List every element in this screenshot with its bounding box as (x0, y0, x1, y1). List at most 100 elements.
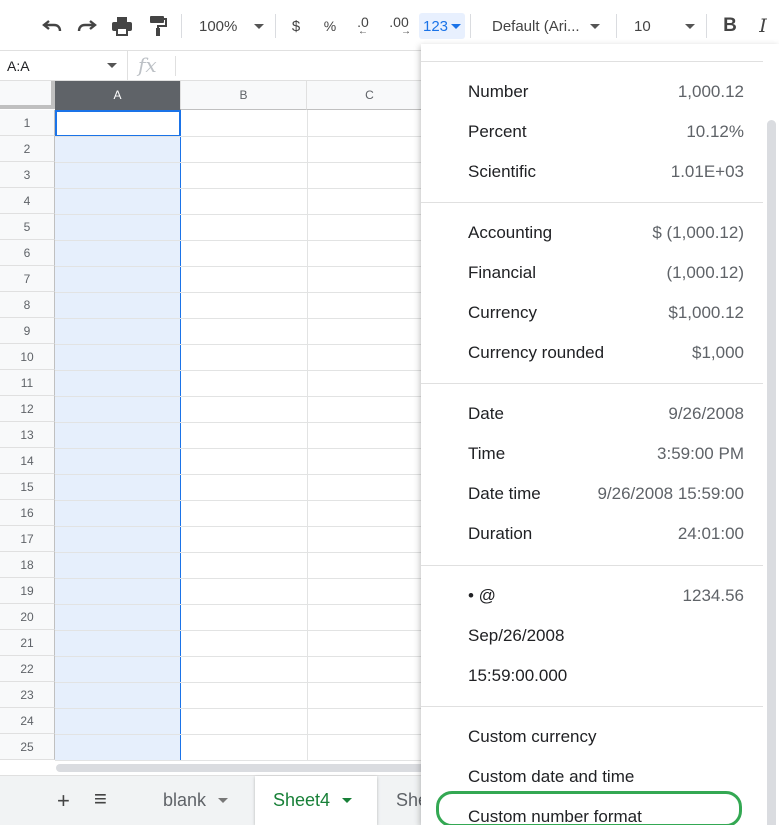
row-header[interactable]: 1 (0, 110, 55, 136)
chevron-down-icon (342, 798, 353, 803)
sheet-tab-label: Sheet4 (273, 790, 331, 810)
name-box[interactable]: A:A (0, 51, 128, 80)
menu-item-date[interactable]: Date 9/26/2008 (421, 394, 763, 434)
menu-item-sep-26-2008[interactable]: Sep/26/2008 (421, 616, 763, 656)
zoom-value: 100% (199, 17, 238, 35)
italic-button[interactable]: I (752, 13, 774, 39)
row-header[interactable]: 25 (0, 734, 55, 760)
horizontal-scrollbar[interactable] (0, 761, 430, 775)
formula-divider (175, 56, 176, 76)
row-header[interactable]: 19 (0, 578, 55, 604)
menu-item-currency[interactable]: Currency $1,000.12 (421, 293, 763, 333)
font-size-select[interactable]: 10 (625, 13, 700, 39)
decrease-decimal-button[interactable]: .0 ← (350, 13, 376, 39)
row-header[interactable]: 12 (0, 396, 55, 422)
more-formats-label: 123 (422, 17, 449, 35)
row-header[interactable]: 13 (0, 422, 55, 448)
paint-format-icon[interactable] (144, 13, 172, 39)
grid-line (307, 110, 308, 761)
menu-item-example: 3:59:00 PM (657, 444, 744, 463)
row-header[interactable]: 2 (0, 136, 55, 162)
percent-format-button[interactable]: % (318, 13, 342, 39)
chevron-down-icon (684, 23, 695, 29)
menu-item-custom-currency[interactable]: Custom currency (421, 717, 763, 757)
currency-format-button[interactable]: $ (284, 13, 308, 39)
row-header[interactable]: 6 (0, 240, 55, 266)
sheet-tab-partial[interactable]: She (377, 776, 421, 825)
menu-item-15-59-00-000[interactable]: 15:59:00.000 (421, 656, 763, 696)
menu-item-financial[interactable]: Financial (1,000.12) (421, 253, 763, 293)
row-header[interactable]: 15 (0, 474, 55, 500)
scrollbar-thumb[interactable] (56, 764, 426, 772)
menu-item-date-time[interactable]: Date time 9/26/2008 15:59:00 (421, 474, 763, 514)
row-header[interactable]: 24 (0, 708, 55, 734)
toolbar-divider (706, 14, 707, 38)
undo-icon[interactable] (38, 13, 66, 39)
toolbar-divider (470, 14, 471, 38)
all-sheets-icon[interactable]: ≡ (94, 786, 107, 812)
row-header[interactable]: 22 (0, 656, 55, 682)
row-header[interactable]: 3 (0, 162, 55, 188)
menu-item-time[interactable]: Time 3:59:00 PM (421, 434, 763, 474)
menu-item-scientific[interactable]: Scientific 1.01E+03 (421, 152, 763, 192)
column-header-b[interactable]: B (181, 81, 307, 110)
menu-item-currency-rounded[interactable]: Currency rounded $1,000 (421, 333, 763, 373)
redo-icon[interactable] (73, 13, 101, 39)
active-cell-a1[interactable] (55, 110, 181, 137)
sheet-tab-blank[interactable]: blank (143, 776, 255, 825)
row-header[interactable]: 21 (0, 630, 55, 656)
column-header-c[interactable]: C (307, 81, 433, 110)
menu-item-label: Duration (468, 524, 533, 543)
arrow-left-icon: ← (358, 26, 368, 37)
row-header[interactable]: 14 (0, 448, 55, 474)
menu-item-example: 9/26/2008 15:59:00 (597, 484, 744, 503)
toolbar-divider (275, 14, 276, 38)
menu-item-label: Date time (468, 484, 541, 503)
menu-item-format[interactable]: • @ 1234.56 (421, 576, 763, 616)
menu-item-label: • @ (468, 586, 496, 605)
row-header[interactable]: 10 (0, 344, 55, 370)
sheet-tab-label: blank (163, 790, 207, 810)
more-formats-button[interactable]: 123 (419, 13, 465, 39)
add-sheet-icon[interactable]: + (57, 788, 70, 814)
increase-decimal-button[interactable]: .00 → (383, 13, 415, 39)
row-header[interactable]: 11 (0, 370, 55, 396)
menu-item-example: 9/26/2008 (668, 404, 744, 423)
bold-icon: B (723, 15, 737, 36)
row-header[interactable]: 18 (0, 552, 55, 578)
row-header[interactable]: 5 (0, 214, 55, 240)
menu-item-example: $1,000 (692, 343, 744, 362)
sheet-tab-sheet4[interactable]: Sheet4 (255, 776, 377, 825)
column-header-a[interactable]: A (55, 81, 181, 110)
menu-scrollbar[interactable] (767, 120, 776, 825)
menu-item-label: Custom date and time (468, 767, 635, 786)
font-select[interactable]: Default (Ari... (483, 13, 609, 39)
arrow-right-icon: → (401, 26, 411, 37)
menu-item-accounting[interactable]: Accounting $ (1,000.12) (421, 213, 763, 253)
zoom-select[interactable]: 100% (192, 13, 270, 39)
menu-item-number[interactable]: Number 1,000.12 (421, 72, 763, 112)
row-header[interactable]: 23 (0, 682, 55, 708)
select-all-corner[interactable] (0, 81, 55, 109)
fx-icon: fx (138, 53, 157, 77)
row-header[interactable]: 7 (0, 266, 55, 292)
print-icon[interactable] (108, 13, 136, 39)
menu-divider (421, 565, 763, 566)
font-size-value: 10 (634, 17, 651, 35)
menu-item-label: 15:59:00.000 (468, 666, 568, 685)
menu-item-percent[interactable]: Percent 10.12% (421, 112, 763, 152)
row-header[interactable]: 4 (0, 188, 55, 214)
menu-item-label: Custom currency (468, 727, 597, 746)
font-value: Default (Ari... (492, 17, 580, 35)
bold-button[interactable]: B (718, 13, 742, 39)
row-header[interactable]: 8 (0, 292, 55, 318)
menu-item-duration[interactable]: Duration 24:01:00 (421, 514, 763, 554)
row-header[interactable]: 16 (0, 500, 55, 526)
row-header[interactable]: 17 (0, 526, 55, 552)
menu-item-label: Accounting (468, 223, 553, 242)
row-header[interactable]: 9 (0, 318, 55, 344)
sheet-tab-label: She (396, 790, 421, 810)
menu-item-example: (1,000.12) (666, 263, 745, 282)
row-header[interactable]: 20 (0, 604, 55, 630)
italic-icon: I (759, 15, 767, 37)
